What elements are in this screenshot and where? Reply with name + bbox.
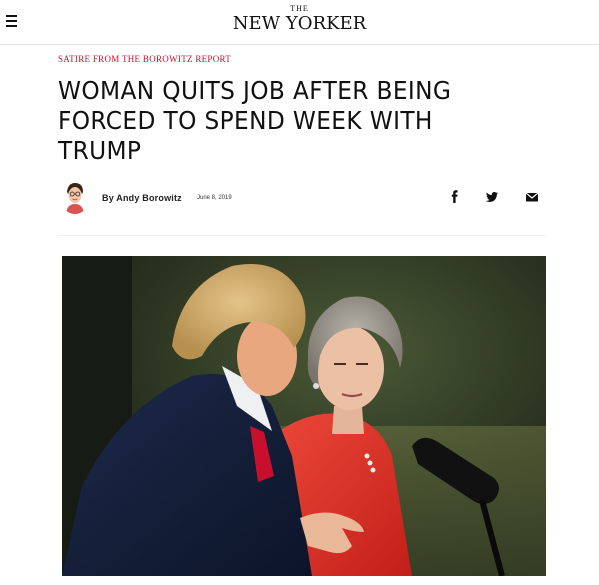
facebook-icon[interactable] (447, 189, 463, 205)
top-navigation-bar: THE NEW YORKER (0, 0, 599, 45)
author-avatar[interactable] (60, 180, 90, 214)
twitter-icon[interactable] (484, 189, 500, 205)
rubric-link[interactable]: Satire from the Borowitz Report (58, 54, 231, 64)
lead-photo[interactable] (62, 256, 546, 576)
publish-date: June 8, 2019 (197, 195, 232, 201)
new-yorker-logo[interactable]: THE NEW YORKER (0, 4, 599, 35)
article-headline: WOMAN QUITS JOB AFTER BEING FORCED TO SP… (58, 76, 452, 165)
logo-the-text: THE (290, 4, 309, 13)
byline-divider (58, 235, 546, 236)
logo-name-text: NEW YORKER (232, 13, 367, 34)
author-name-link[interactable]: Andy Borowitz (116, 193, 182, 203)
article-page: THE NEW YORKER Satire from the Borowitz … (0, 0, 599, 585)
byline: By Andy Borowitz June 8, 2019 (58, 180, 548, 216)
byline-prefix: By (102, 193, 114, 203)
author-line: By Andy Borowitz (102, 193, 182, 203)
email-icon[interactable] (524, 189, 540, 205)
